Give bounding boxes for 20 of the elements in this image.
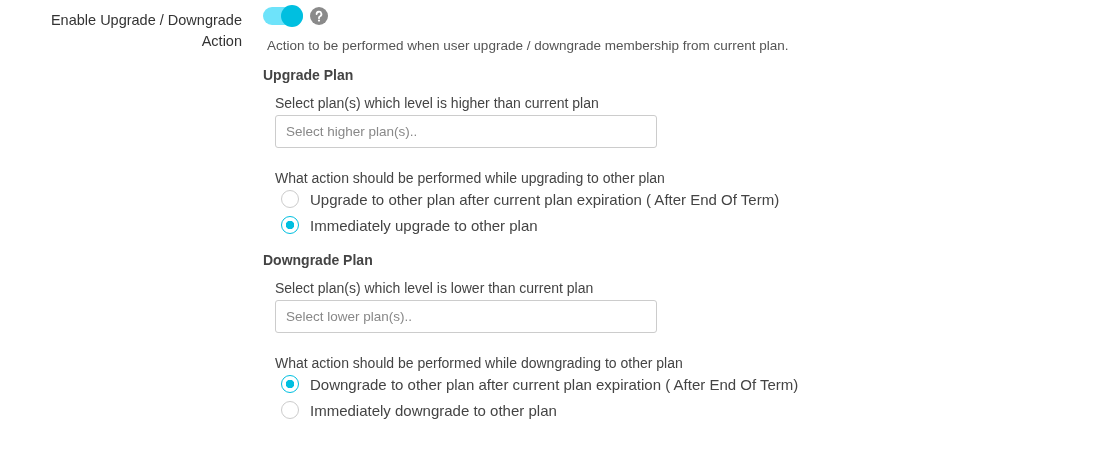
field-label: Select plan(s) which level is lower than current plan [275,280,595,296]
radio-button[interactable] [281,401,299,419]
setting-description: Action to be performed when user upgrade / downgrade membership from current plan. [267,38,790,53]
question-label: What action should be performed while upgrading to other plan [275,170,666,186]
radio-label[interactable]: Downgrade to other plan after current plan expiration ( After End Of Term) [310,375,799,393]
radio-label[interactable]: Upgrade to other plan after current plan expiration ( After End Of Term) [310,190,780,208]
help-icon[interactable] [310,7,328,25]
plan-select-field[interactable]: Select lower plan(s).. [275,300,657,333]
radio-label[interactable]: Immediately downgrade to other plan [310,401,557,419]
radio-button[interactable] [281,190,299,208]
field-label: Select plan(s) which level is higher than current plan [275,95,600,111]
radio-label[interactable]: Immediately upgrade to other plan [310,216,538,234]
section-title: Downgrade Plan [263,252,374,268]
radio-button[interactable] [281,216,299,234]
section-title: Upgrade Plan [263,67,355,83]
question-label: What action should be performed while downgrading to other plan [275,355,684,371]
toggle-switch[interactable] [263,7,303,25]
plan-select-field[interactable]: Select higher plan(s).. [275,115,657,148]
radio-button[interactable] [281,375,299,393]
setting-label: Enable Upgrade / Downgrade Action [49,11,242,51]
